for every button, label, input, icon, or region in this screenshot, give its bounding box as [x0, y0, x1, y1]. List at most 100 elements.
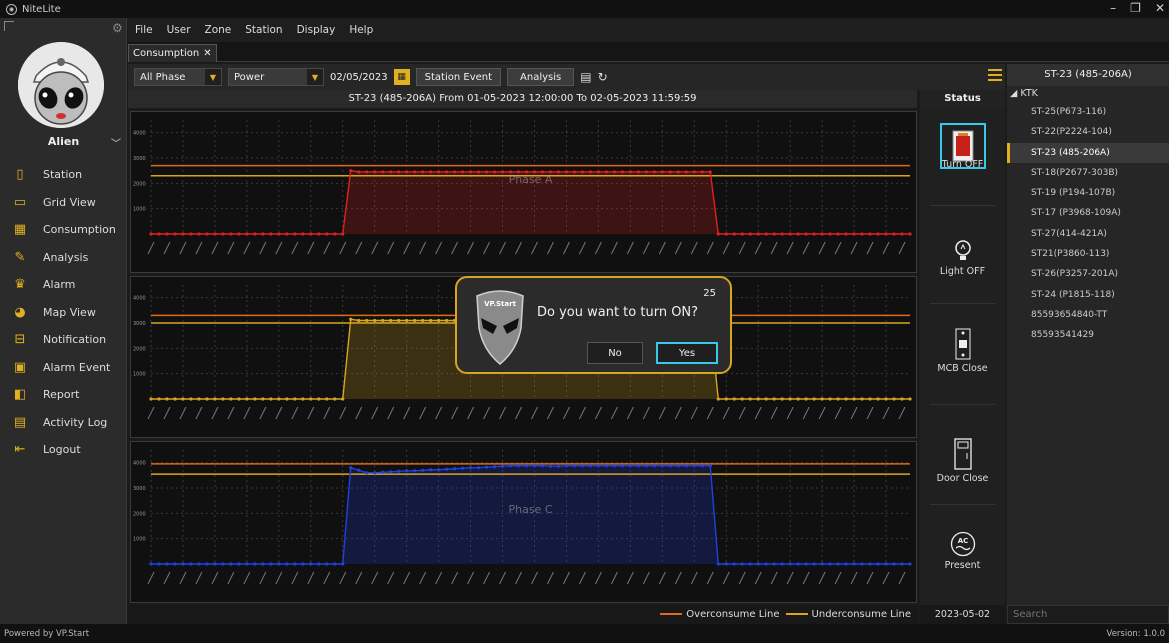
data-point[interactable] [405, 318, 409, 323]
data-point[interactable] [724, 397, 728, 401]
sidebar-item-grid-view[interactable]: ▭ Grid View [0, 189, 127, 217]
data-point[interactable] [293, 397, 297, 401]
data-point[interactable] [261, 562, 265, 566]
chevron-down-icon[interactable]: ﹀ [111, 135, 121, 150]
tree-node[interactable]: ST-27(414-421A) [1007, 224, 1169, 244]
data-point[interactable] [756, 397, 760, 401]
data-point[interactable] [261, 397, 265, 401]
data-point[interactable] [245, 562, 249, 566]
sidebar-item-map-view[interactable]: ◕ Map View [0, 299, 127, 327]
data-point[interactable] [349, 466, 353, 470]
data-point[interactable] [756, 562, 760, 566]
data-point[interactable] [820, 232, 824, 236]
data-point[interactable] [556, 464, 561, 468]
data-point[interactable] [596, 170, 601, 174]
data-point[interactable] [900, 232, 904, 236]
data-point[interactable] [373, 471, 377, 475]
data-point[interactable] [844, 562, 848, 566]
restore-icon[interactable]: ❐ [1130, 1, 1141, 15]
data-point[interactable] [804, 397, 808, 401]
data-point[interactable] [532, 464, 537, 468]
data-point[interactable] [812, 232, 816, 236]
data-point[interactable] [277, 562, 281, 566]
sidebar-item-alarm[interactable]: ♛ Alarm [0, 271, 127, 299]
menu-file[interactable]: File [128, 24, 160, 36]
tree-node[interactable]: ST21(P3860-113) [1007, 244, 1169, 264]
data-point[interactable] [724, 232, 728, 236]
data-point[interactable] [421, 318, 425, 323]
data-point[interactable] [492, 170, 497, 174]
data-point[interactable] [245, 397, 249, 401]
table-icon[interactable]: ▤ [580, 70, 591, 84]
data-point[interactable] [341, 232, 345, 236]
data-point[interactable] [173, 562, 177, 566]
data-point[interactable] [796, 397, 800, 401]
data-point[interactable] [604, 464, 608, 468]
data-point[interactable] [221, 562, 225, 566]
menu-user[interactable]: User [160, 24, 198, 36]
data-point[interactable] [285, 562, 289, 566]
data-point[interactable] [253, 562, 257, 566]
data-point[interactable] [301, 562, 305, 566]
data-point[interactable] [740, 562, 744, 566]
data-point[interactable] [189, 232, 193, 236]
data-point[interactable] [301, 397, 305, 401]
phase-select[interactable]: All Phase ▼ [134, 68, 222, 86]
data-point[interactable] [828, 562, 832, 566]
data-point[interactable] [508, 464, 513, 468]
data-point[interactable] [189, 397, 193, 401]
data-point[interactable] [732, 232, 736, 236]
data-point[interactable] [516, 464, 521, 468]
data-point[interactable] [373, 318, 377, 323]
data-point[interactable] [317, 562, 321, 566]
data-point[interactable] [772, 562, 776, 566]
data-point[interactable] [732, 562, 736, 566]
data-point[interactable] [812, 397, 816, 401]
data-point[interactable] [612, 464, 616, 468]
data-point[interactable] [349, 169, 353, 173]
close-tab-icon[interactable]: ✕ [203, 48, 211, 59]
data-point[interactable] [445, 467, 449, 471]
date-value[interactable]: 02/05/2023 [330, 72, 388, 83]
data-point[interactable] [221, 397, 225, 401]
data-point[interactable] [333, 232, 337, 236]
data-point[interactable] [293, 562, 297, 566]
data-point[interactable] [876, 232, 880, 236]
data-point[interactable] [237, 397, 241, 401]
data-point[interactable] [676, 170, 680, 174]
data-point[interactable] [804, 232, 808, 236]
hamburger-menu-icon[interactable] [988, 69, 1002, 81]
tree-node[interactable]: ST-19 (P194-107B) [1007, 183, 1169, 203]
data-point[interactable] [149, 397, 153, 401]
data-point[interactable] [397, 318, 401, 323]
tree-node[interactable]: 85593654840-TT [1007, 305, 1169, 325]
station-event-button[interactable]: Station Event [415, 68, 502, 86]
data-point[interactable] [277, 232, 281, 236]
data-point[interactable] [836, 562, 840, 566]
data-point[interactable] [453, 467, 457, 471]
data-point[interactable] [804, 562, 808, 566]
data-point[interactable] [876, 397, 880, 401]
data-point[interactable] [309, 562, 313, 566]
data-point[interactable] [261, 232, 265, 236]
data-point[interactable] [708, 464, 712, 468]
data-point[interactable] [908, 232, 912, 236]
dropdown-arrow-icon[interactable]: ▼ [307, 69, 323, 85]
data-point[interactable] [500, 170, 505, 174]
data-point[interactable] [205, 397, 209, 401]
data-point[interactable] [876, 562, 880, 566]
data-point[interactable] [237, 562, 241, 566]
data-point[interactable] [836, 232, 840, 236]
data-point[interactable] [604, 170, 608, 174]
yes-button[interactable]: Yes [656, 342, 718, 364]
data-point[interactable] [157, 562, 161, 566]
data-point[interactable] [397, 170, 401, 174]
data-point[interactable] [189, 562, 193, 566]
data-point[interactable] [173, 397, 177, 401]
data-point[interactable] [620, 464, 624, 468]
sidebar-item-consumption[interactable]: ▦ Consumption [0, 216, 127, 244]
data-point[interactable] [788, 232, 792, 236]
data-point[interactable] [381, 170, 385, 174]
data-point[interactable] [476, 170, 481, 174]
data-point[interactable] [844, 232, 848, 236]
